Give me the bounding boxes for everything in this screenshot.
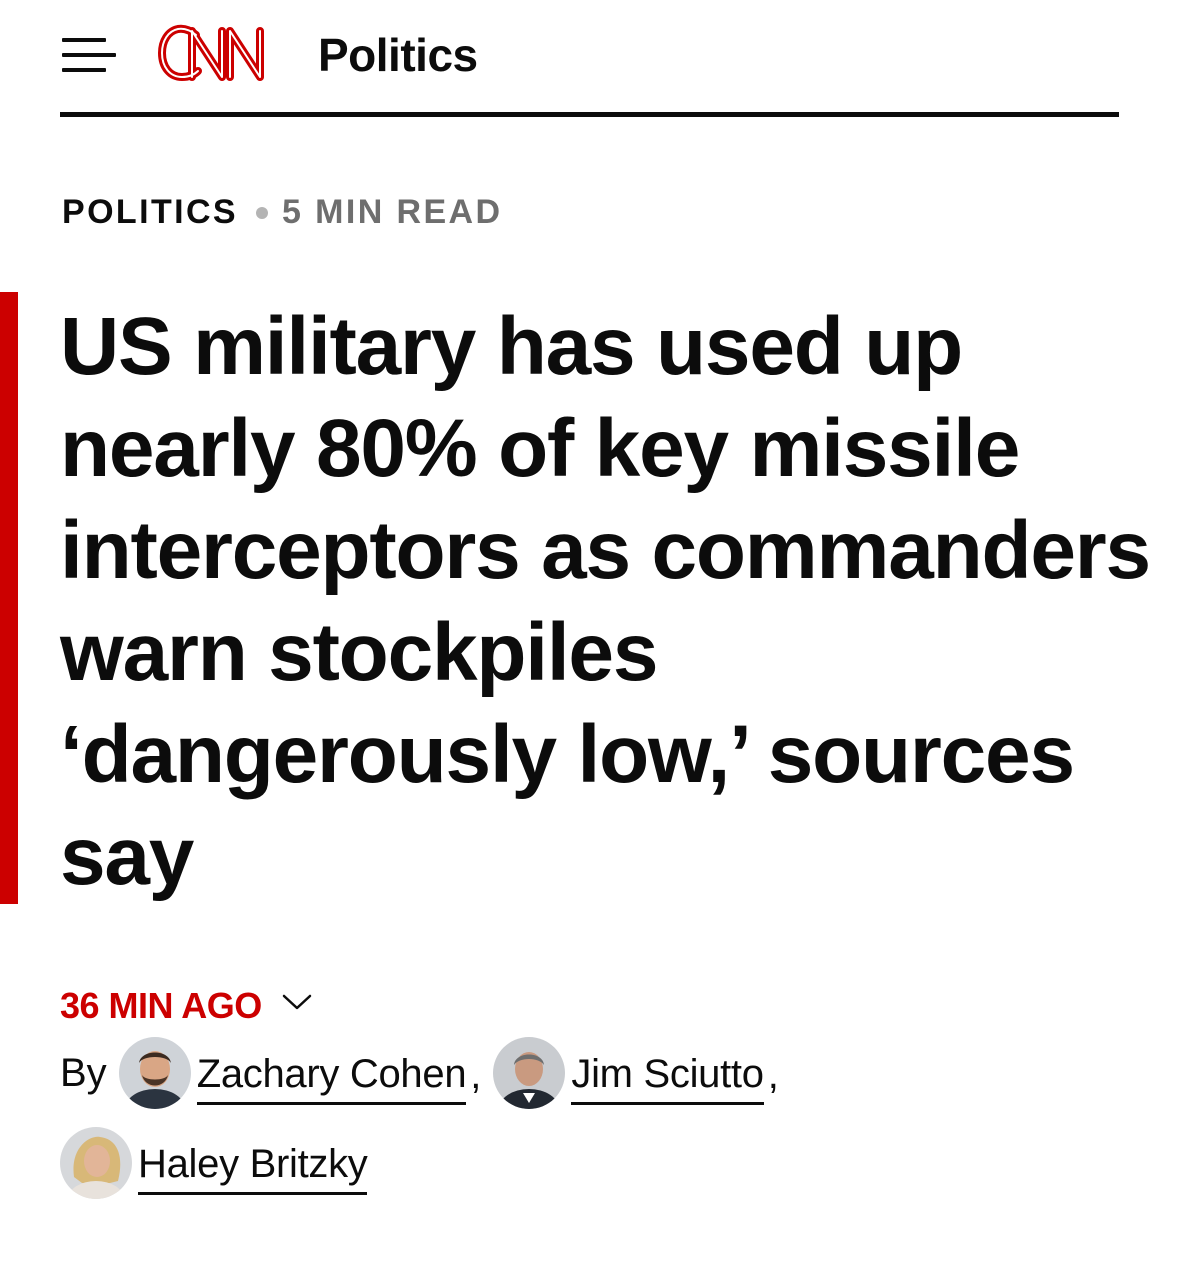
header-divider: [60, 112, 1119, 117]
cnn-logo-mark: [158, 24, 264, 81]
author-name: Haley Britzky: [138, 1142, 368, 1195]
headline-accent-bar: [0, 292, 18, 904]
author-link[interactable]: Zachary Cohen: [118, 1037, 467, 1109]
byline: By Zachary Cohen , Jim Sciutto , Haley B…: [60, 1035, 1120, 1201]
hamburger-menu-icon[interactable]: [60, 32, 118, 78]
read-time: 5 MIN READ: [282, 193, 503, 231]
site-header: Politics: [60, 18, 1120, 90]
timestamp-toggle[interactable]: 36 MIN AGO: [60, 985, 312, 1027]
byline-prefix: By: [60, 1050, 107, 1095]
chevron-down-icon: [282, 994, 311, 1010]
avatar: [118, 1037, 191, 1109]
section-kicker[interactable]: POLITICS: [62, 193, 238, 232]
timestamp-label: 36 MIN AGO: [60, 985, 262, 1026]
section-title[interactable]: Politics: [318, 28, 478, 82]
cnn-logo[interactable]: [156, 21, 294, 87]
author-name: Zachary Cohen: [196, 1052, 467, 1105]
author-link[interactable]: Jim Sciutto: [493, 1037, 764, 1109]
author-name: Jim Sciutto: [571, 1052, 764, 1105]
author-link[interactable]: Haley Britzky: [60, 1127, 368, 1199]
avatar: [493, 1037, 566, 1109]
author-separator: ,: [470, 1052, 482, 1097]
avatar: [60, 1127, 132, 1199]
article-headline: US military has used up nearly 80% of ke…: [60, 301, 1151, 902]
article-meta: POLITICS 5 MIN READ: [62, 193, 502, 232]
separator-dot-icon: [256, 206, 268, 219]
author-separator: ,: [767, 1052, 779, 1097]
